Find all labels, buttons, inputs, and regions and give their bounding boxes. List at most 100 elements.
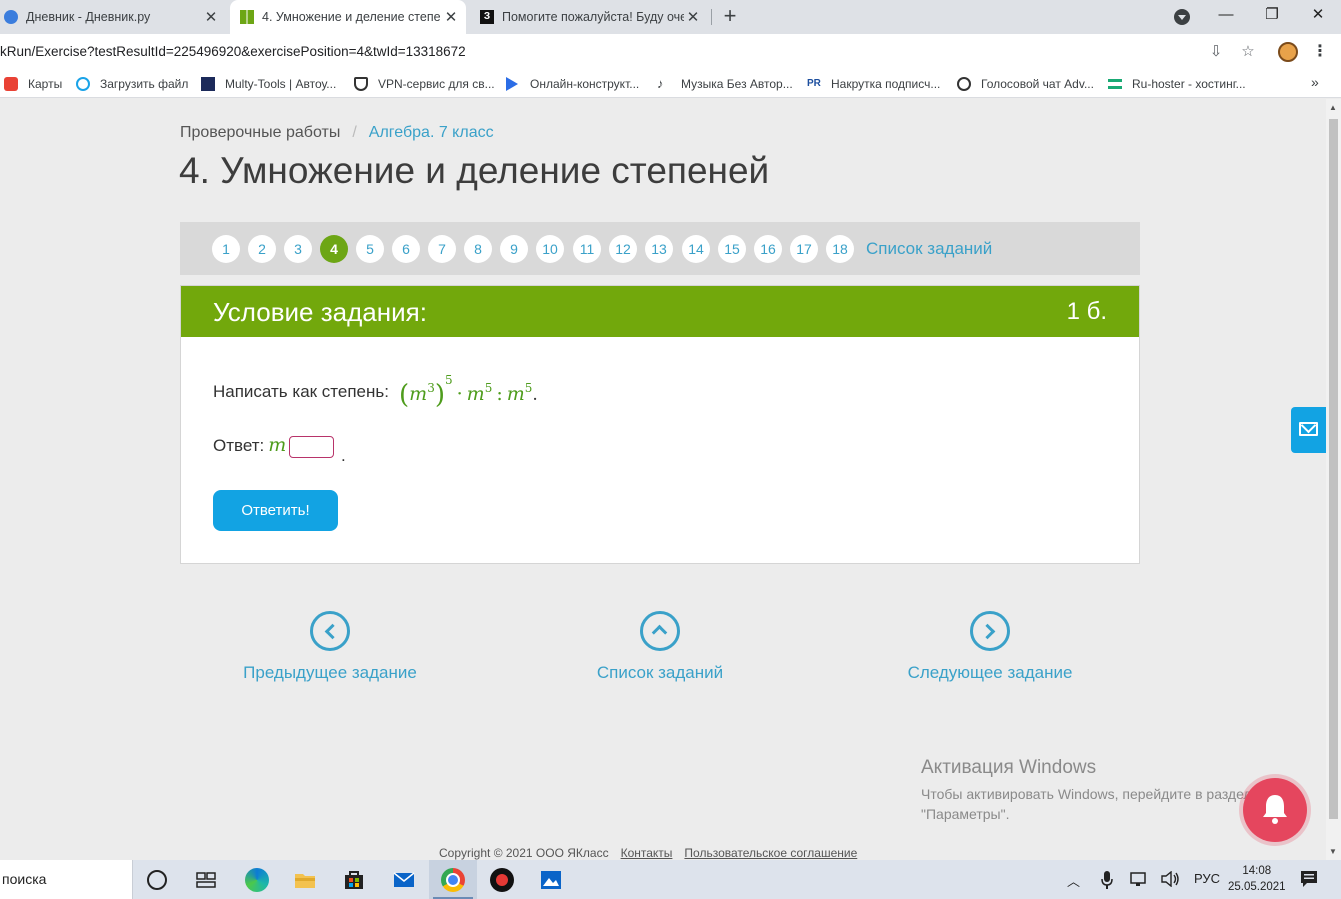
- bookmark-item[interactable]: Онлайн-конструкт...: [506, 76, 639, 92]
- next-task-link[interactable]: Следующее задание: [870, 611, 1110, 683]
- bookmark-item[interactable]: ♪ Музыка Без Автор...: [657, 76, 793, 92]
- pager-item-6[interactable]: 6: [392, 235, 420, 263]
- store-icon[interactable]: [342, 868, 366, 892]
- pager-item-11[interactable]: 11: [573, 235, 601, 263]
- notification-center-icon[interactable]: [1300, 870, 1318, 891]
- chevron-right-icon[interactable]: [970, 611, 1010, 651]
- feedback-mail-button[interactable]: [1291, 407, 1326, 453]
- tab-search-icon[interactable]: [1174, 9, 1190, 25]
- bookmark-item[interactable]: PR Накрутка подписч...: [807, 76, 940, 92]
- tab-znanija[interactable]: З Помогите пожалуйста! Буду оче ✕: [472, 0, 708, 34]
- submit-answer-button[interactable]: Ответить!: [213, 490, 338, 531]
- restore-button[interactable]: ❐: [1249, 0, 1295, 34]
- chevron-up-icon[interactable]: [640, 611, 680, 651]
- mail-icon[interactable]: [392, 868, 416, 892]
- profile-avatar[interactable]: [1278, 42, 1298, 62]
- taskbar-clock[interactable]: 14:08 25.05.2021: [1228, 863, 1286, 895]
- language-indicator[interactable]: РУС: [1194, 871, 1220, 886]
- answer-label: Ответ:: [213, 436, 265, 455]
- pager-item-3[interactable]: 3: [284, 235, 312, 263]
- user-agreement-link[interactable]: Пользовательское соглашение: [684, 846, 857, 860]
- pr-icon: PR: [807, 78, 821, 89]
- task-view-icon[interactable]: [194, 868, 218, 892]
- pager-item-9[interactable]: 9: [500, 235, 528, 263]
- pager-item-17[interactable]: 17: [790, 235, 818, 263]
- chrome-icon[interactable]: [441, 868, 465, 892]
- bookmark-item[interactable]: Ru-hoster - хостинг...: [1108, 76, 1246, 92]
- volume-icon[interactable]: [1161, 870, 1181, 890]
- tab-title: Помогите пожалуйста! Буду оче: [502, 10, 684, 24]
- notification-bell-button[interactable]: [1243, 778, 1307, 842]
- pager-item-14[interactable]: 14: [682, 235, 710, 263]
- bookmarks-overflow-button[interactable]: »: [1311, 74, 1319, 90]
- next-task-label[interactable]: Следующее задание: [870, 663, 1110, 683]
- pager-item-2[interactable]: 2: [248, 235, 276, 263]
- show-hidden-icons-button[interactable]: ︿: [1067, 871, 1080, 890]
- windows-activation-watermark: Активация Windows Чтобы активировать Win…: [921, 757, 1252, 824]
- network-icon[interactable]: [1130, 871, 1148, 890]
- scroll-up-icon[interactable]: ▲: [1329, 103, 1337, 112]
- pager-item-10[interactable]: 10: [536, 235, 564, 263]
- tab-separator: [711, 9, 712, 25]
- pager-item-16[interactable]: 16: [754, 235, 782, 263]
- prev-task-link[interactable]: Предыдущее задание: [210, 611, 450, 683]
- breadcrumb-root[interactable]: Проверочные работы: [180, 124, 340, 141]
- pager-item-4-active[interactable]: 4: [320, 235, 348, 263]
- prev-task-label[interactable]: Предыдущее задание: [210, 663, 450, 683]
- pager-item-7[interactable]: 7: [428, 235, 456, 263]
- close-tab-icon[interactable]: ✕: [684, 8, 702, 26]
- open-paren: (: [399, 380, 410, 410]
- close-paren: ): [434, 380, 445, 410]
- pager-item-18[interactable]: 18: [826, 235, 854, 263]
- pager-item-1[interactable]: 1: [212, 235, 240, 263]
- bookmark-item[interactable]: VPN-сервис для св...: [354, 76, 495, 92]
- multytools-icon: [201, 77, 215, 91]
- tab-dnevnik[interactable]: Дневник - Дневник.ру ✕: [0, 0, 226, 34]
- answer-row: Ответ: m: [213, 434, 286, 456]
- bell-icon: [1263, 795, 1287, 824]
- taskbar-search-box[interactable]: поиска: [0, 860, 133, 899]
- task-list-link[interactable]: Список заданий: [866, 239, 992, 259]
- edge-browser-icon[interactable]: [245, 868, 269, 892]
- new-tab-button[interactable]: +: [719, 4, 741, 30]
- bookmark-item[interactable]: Голосовой чат Adv...: [957, 76, 1094, 92]
- pager-item-8[interactable]: 8: [464, 235, 492, 263]
- minimize-button[interactable]: —: [1203, 0, 1249, 34]
- browser-menu-icon[interactable]: ⋮: [1310, 42, 1330, 62]
- scroll-down-icon[interactable]: ▼: [1329, 847, 1337, 856]
- music-note-icon: ♪: [657, 76, 664, 91]
- shield-icon: [354, 77, 368, 91]
- pager-item-5[interactable]: 5: [356, 235, 384, 263]
- clock-time: 14:08: [1242, 865, 1272, 877]
- photos-icon[interactable]: [539, 868, 563, 892]
- bookmark-star-icon[interactable]: ☆: [1238, 42, 1258, 62]
- eye-icon: [957, 77, 971, 91]
- pager-item-13[interactable]: 13: [645, 235, 673, 263]
- url-field[interactable]: kRun/Exercise?testResultId=225496920&exe…: [0, 44, 466, 59]
- bookmark-item[interactable]: Загрузить файл: [76, 76, 188, 92]
- close-tab-icon[interactable]: ✕: [202, 8, 220, 26]
- cortana-icon[interactable]: [147, 870, 167, 890]
- bookmark-item[interactable]: Карты: [4, 76, 62, 92]
- answer-exponent-input[interactable]: [289, 436, 334, 458]
- breadcrumb-current[interactable]: Алгебра. 7 класс: [369, 124, 494, 141]
- close-tab-icon[interactable]: ✕: [442, 8, 460, 26]
- task-list-label[interactable]: Список заданий: [540, 663, 780, 683]
- bookmark-item[interactable]: Multy-Tools | Автоу...: [201, 76, 336, 92]
- close-window-button[interactable]: ✕: [1295, 0, 1341, 34]
- dnevnik-favicon-icon: [4, 10, 18, 24]
- pager-item-15[interactable]: 15: [718, 235, 746, 263]
- scrollbar-thumb[interactable]: [1329, 119, 1338, 819]
- pager-item-12[interactable]: 12: [609, 235, 637, 263]
- page-scrollbar[interactable]: ▲ ▼: [1326, 99, 1341, 860]
- bookmarks-bar: Карты Загрузить файл Multy-Tools | Автоу…: [0, 70, 1341, 98]
- task-list-nav-link[interactable]: Список заданий: [540, 611, 780, 683]
- contacts-link[interactable]: Контакты: [621, 846, 673, 860]
- microphone-icon[interactable]: [1101, 871, 1113, 892]
- recorder-icon[interactable]: [490, 868, 514, 892]
- install-app-icon[interactable]: ⇩: [1206, 42, 1226, 62]
- tab-exercise[interactable]: 4. Умножение и деление степе ✕: [230, 0, 466, 34]
- file-explorer-icon[interactable]: [293, 868, 317, 892]
- chevron-left-icon[interactable]: [310, 611, 350, 651]
- page-title: 4. Умножение и деление степеней: [179, 150, 770, 191]
